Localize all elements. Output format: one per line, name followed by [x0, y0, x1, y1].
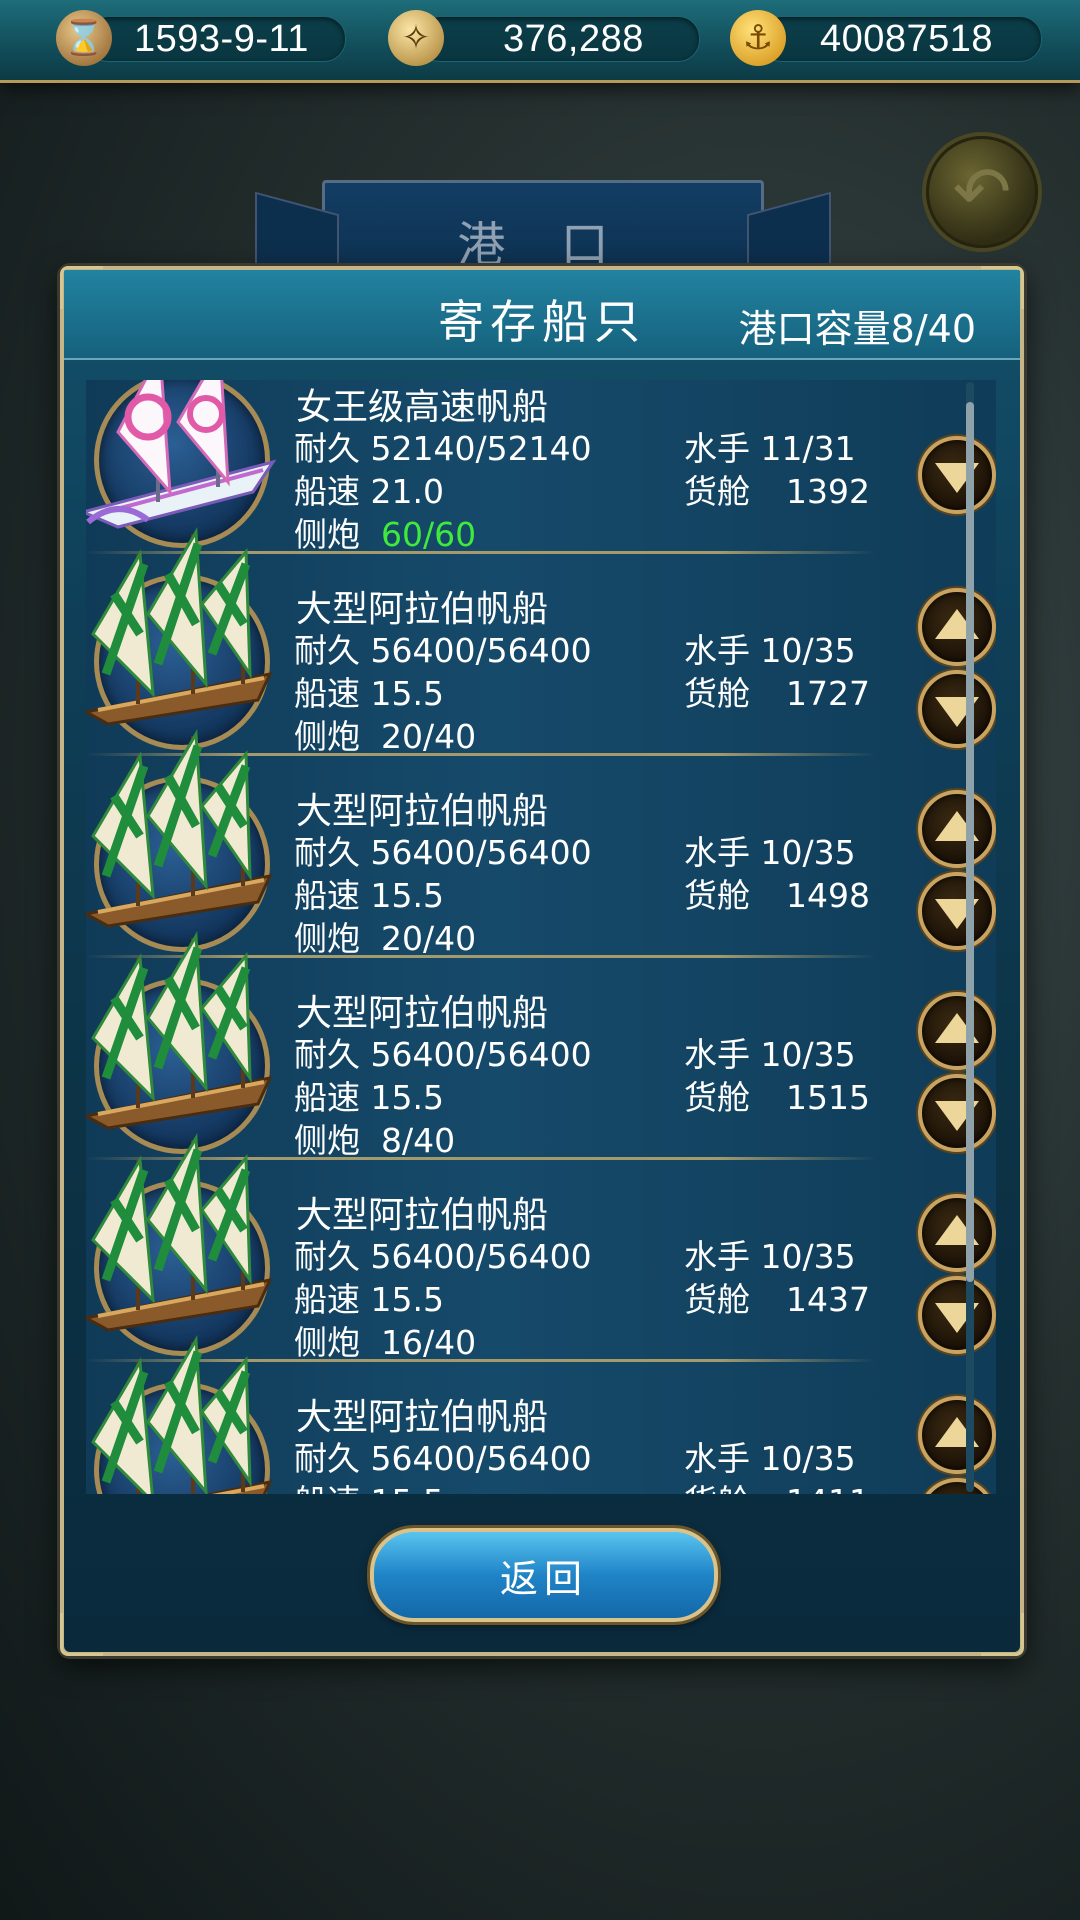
scrollbar-thumb[interactable] — [966, 402, 974, 1282]
move-down-button[interactable] — [918, 1478, 996, 1494]
move-up-button[interactable] — [918, 1396, 996, 1474]
move-down-button[interactable] — [918, 670, 996, 748]
arab-dhow-icon — [86, 931, 273, 1130]
date-value: 1593-9-11 — [134, 18, 309, 60]
ship-speed: 船速 21.0 — [294, 472, 444, 511]
ship-list[interactable]: 女王级高速帆船 耐久 52140/52140 船速 21.0 侧炮 60/60 … — [86, 380, 996, 1494]
ship-crew: 水手 10/35 — [684, 833, 856, 872]
ship-speed: 船速 15.5 — [294, 674, 444, 713]
arab-dhow-icon — [86, 729, 273, 928]
hold-value: 1498 — [786, 876, 870, 915]
ship-speed: 船速 15.5 — [294, 876, 444, 915]
ship-crew: 水手 11/31 — [684, 429, 856, 468]
hourglass-icon: ⌛ — [56, 10, 112, 66]
stored-ships-panel: 寄存船只 港口容量8/40 女王级高速帆船 耐久 52140/52140 船速 … — [60, 266, 1024, 1656]
queen-clipper-icon — [86, 380, 277, 529]
scrollbar[interactable] — [966, 382, 974, 1492]
hold-label: 货舱 — [684, 472, 750, 511]
frame-corner — [981, 266, 1024, 309]
date-display: ⌛ 1593-9-11 — [56, 10, 346, 66]
ship-cannons: 侧炮 20/40 — [294, 912, 476, 960]
hold-label: 货舱 — [684, 1280, 750, 1319]
ship-speed: 船速 15.5 — [294, 1475, 444, 1494]
hold-value: 1515 — [786, 1078, 870, 1117]
navigation-display: ✧ 376,288 — [388, 10, 700, 66]
port-capacity: 港口容量8/40 — [738, 307, 976, 351]
ship-speed: 船速 15.5 — [294, 1280, 444, 1319]
ship-cannons: 侧炮 8/40 — [294, 1114, 455, 1162]
move-up-button[interactable] — [918, 1194, 996, 1272]
cannons-label: 侧炮 — [294, 1323, 360, 1362]
move-up-button[interactable] — [918, 992, 996, 1070]
ship-hold: 货舱 1727 — [684, 667, 870, 715]
hold-label: 货舱 — [684, 1482, 750, 1494]
move-down-button[interactable] — [918, 1276, 996, 1354]
move-up-button[interactable] — [918, 790, 996, 868]
ship-cannons: 侧炮 20/40 — [294, 710, 476, 758]
ship-hold: 货舱 1515 — [684, 1071, 870, 1119]
ship-hold: 货舱1411 — [684, 1475, 870, 1494]
port-title: 港 口 — [457, 217, 629, 273]
ship-crew: 水手 10/35 — [684, 1439, 856, 1478]
frame-corner — [60, 266, 103, 309]
cannons-value: 8/40 — [380, 1121, 456, 1160]
gold-value: 40087518 — [820, 18, 994, 60]
gold-display: ⚓ 40087518 — [730, 10, 1042, 66]
cannons-label: 侧炮 — [294, 515, 360, 554]
cannons-label: 侧炮 — [294, 717, 360, 756]
navigation-value: 376,288 — [503, 18, 644, 60]
compass-icon: ✧ — [388, 10, 444, 66]
ship-hold: 货舱 1392 — [684, 465, 870, 513]
ship-crew: 水手 10/35 — [684, 1035, 856, 1074]
ship-cannons: 侧炮 60/60 — [294, 508, 476, 556]
hold-label: 货舱 — [684, 1078, 750, 1117]
frame-corner — [60, 1613, 103, 1656]
ship-crew: 水手 10/35 — [684, 631, 856, 670]
resource-bar: ⌛ 1593-9-11 ✧ 376,288 ⚓ 40087518 — [0, 0, 1080, 83]
cannons-value: 20/40 — [380, 919, 477, 958]
back-arrow-icon: ↶ — [952, 151, 1012, 233]
move-down-button[interactable] — [918, 872, 996, 950]
ship-durability: 耐久 56400/56400 — [294, 1035, 592, 1074]
move-down-button[interactable] — [918, 1074, 996, 1152]
arab-dhow-icon — [91, 1335, 273, 1494]
frame-corner — [981, 1613, 1024, 1656]
return-button[interactable]: 返回 — [370, 1528, 718, 1622]
ship-crew: 水手 10/35 — [684, 1237, 856, 1276]
hold-value: 1392 — [786, 472, 870, 511]
move-down-button[interactable] — [918, 436, 996, 514]
hold-value: 1727 — [786, 674, 870, 713]
ship-durability: 耐久 56400/56400 — [294, 631, 592, 670]
ship-row[interactable]: 大型阿拉伯帆船 耐久 56400/56400 船速 15.5 侧炮 水手 10/… — [86, 1335, 996, 1494]
move-up-button[interactable] — [918, 588, 996, 666]
ship-cannons: 侧炮 16/40 — [294, 1316, 476, 1364]
panel-header: 寄存船只 港口容量8/40 — [64, 270, 1020, 360]
ship-hold: 货舱 1437 — [684, 1273, 870, 1321]
cannons-label: 侧炮 — [294, 919, 360, 958]
ship-speed: 船速 15.5 — [294, 1078, 444, 1117]
arab-dhow-icon — [86, 527, 273, 726]
hold-label: 货舱 — [684, 876, 750, 915]
cannons-value: 20/40 — [380, 717, 477, 756]
anchor-coin-icon: ⚓ — [730, 10, 786, 66]
hold-value: 1437 — [786, 1280, 870, 1319]
ship-hold: 货舱 1498 — [684, 869, 870, 917]
ship-durability: 耐久 52140/52140 — [294, 429, 592, 468]
cannons-label: 侧炮 — [294, 1121, 360, 1160]
ship-durability: 耐久 56400/56400 — [294, 833, 592, 872]
back-button[interactable]: ↶ — [926, 136, 1038, 248]
cannons-value: 60/60 — [380, 515, 477, 554]
arab-dhow-icon — [86, 1133, 273, 1332]
cannons-value: 16/40 — [380, 1323, 477, 1362]
ship-durability: 耐久 56400/56400 — [294, 1237, 592, 1276]
hold-value: 1411 — [750, 1482, 870, 1494]
ship-durability: 耐久 56400/56400 — [294, 1439, 592, 1478]
hold-label: 货舱 — [684, 674, 750, 713]
